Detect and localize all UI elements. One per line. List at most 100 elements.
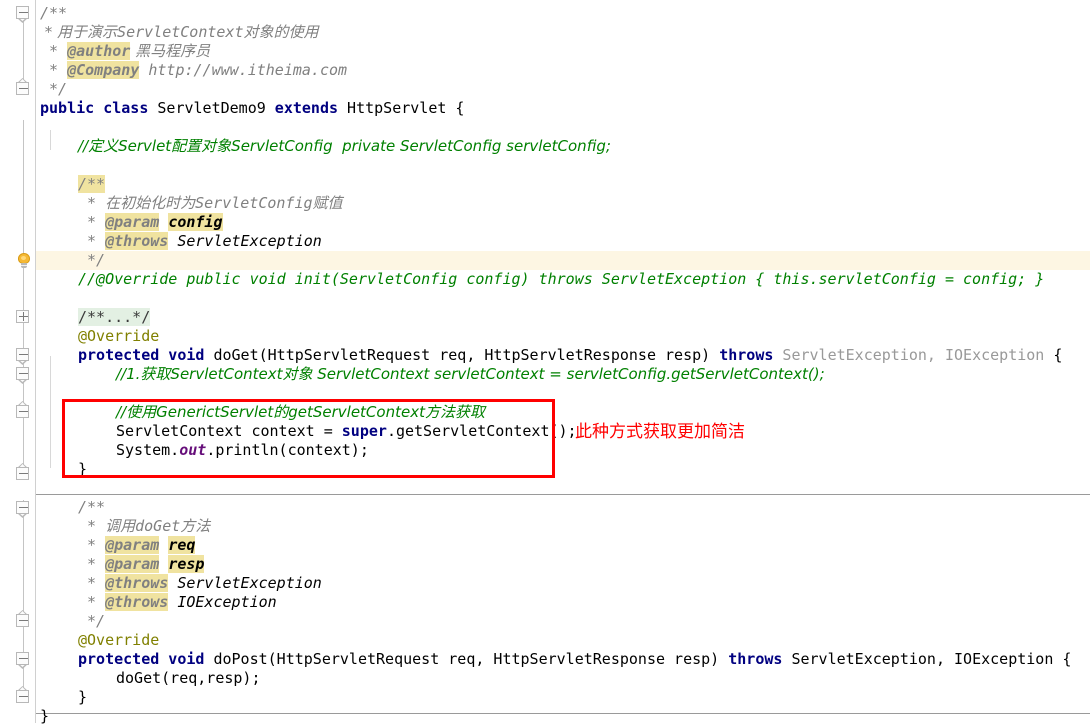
javadoc-throws-type: ServletException [168,232,322,250]
keyword-class: class [94,99,158,117]
javadoc-throws-type: ServletException [168,574,322,592]
javadoc-throws-type: IOException [168,593,277,611]
throws-types: ServletException, IOException [782,346,1045,364]
keyword-super: super [341,422,387,440]
fold-collapse-marker[interactable] [16,652,31,669]
javadoc-star: * [78,194,106,212]
code-line: /** [78,175,106,194]
fold-collapse-marker[interactable] [16,501,31,518]
code-line: * @author 黑马程序员 [40,42,210,61]
keyword-modifiers: protected void [78,346,214,364]
code-line: * 用于演示ServletContext对象的使用 [40,23,319,42]
fold-collapse-marker[interactable] [16,401,31,420]
javadoc-text: * 用于演示 [40,23,118,41]
call-doget: doGet(req,resp); [116,669,261,687]
javadoc-company-value: http://www.itheima.com [139,61,348,79]
javadoc-star: * [40,61,68,79]
javadoc-close: */ [78,251,106,269]
javadoc-tag-company: @Company [67,61,140,79]
javadoc-star: * [78,593,106,611]
code-line: //1.获取ServletContext对象 ServletContext se… [116,365,825,384]
fold-collapse-marker[interactable] [16,348,31,365]
javadoc-text: 方法 [180,517,211,535]
javadoc-close: */ [40,80,68,98]
fold-collapse-marker[interactable] [16,463,31,482]
code-line: */ [78,251,105,270]
fold-collapse-marker[interactable] [16,78,31,97]
javadoc-param-name: config [168,213,223,231]
fold-region-bar [23,500,24,700]
superclass-name: HttpServlet { [338,99,465,117]
javadoc-close: */ [78,612,106,630]
javadoc-text: 调用 [105,517,136,535]
javadoc-star: * [40,42,68,60]
javadoc-param-name: req [168,536,196,554]
code-line: @Override [78,631,159,650]
system-reference: System. [116,441,180,459]
javadoc-star: * [78,232,106,250]
code-line: @Override [78,327,159,346]
javadoc-method-ref: doGet [135,517,181,535]
code-line: public class ServletDemo9 extends HttpSe… [40,99,464,118]
code-line: protected void doPost(HttpServletRequest… [78,650,1071,669]
editor-gutter[interactable] [0,0,36,723]
method-call-getservletcontext: .getServletContext(); [386,422,577,440]
brace-close: } [78,688,88,706]
annotation-override: @Override [78,327,160,345]
throws-types: ServletException, IOException { [791,650,1072,668]
code-line: /** [78,498,105,517]
javadoc-tag-throws: @throws [105,574,169,592]
javadoc-param-name: resp [168,555,205,573]
javadoc-open: /** [40,4,68,22]
code-line: /** [40,4,67,23]
javadoc-open: /** [78,175,106,193]
javadoc-tag-param: @param [105,536,160,554]
code-line: } [78,460,87,479]
fold-collapse-marker[interactable] [16,686,31,705]
keyword-public: public [40,99,95,117]
method-signature-dopost: doPost(HttpServletRequest req, HttpServl… [213,650,729,668]
fold-collapse-marker[interactable] [16,367,31,384]
fold-collapse-marker[interactable] [16,6,31,23]
lightbulb-icon[interactable] [17,253,31,269]
javadoc-type: ServletContext [117,23,244,41]
code-line: * 调用doGet方法 [78,517,210,536]
keyword-modifiers: protected void [78,650,214,668]
code-line: * @Company http://www.itheima.com [40,61,347,80]
red-annotation-text: 此种方式获取更加简洁 [575,422,745,442]
javadoc-star: * [78,213,106,231]
code-line: * @throws IOException [78,593,277,612]
method-signature-doget: doGet(HttpServletRequest req, HttpServle… [213,346,720,364]
code-line: */ [78,612,105,631]
code-text-area[interactable]: /** * 用于演示ServletContext对象的使用 * @author … [36,0,1090,725]
code-line: * @throws ServletException [78,574,322,593]
javadoc-text: 在初始化时为 [105,194,196,212]
fold-expand-marker[interactable] [16,310,31,325]
javadoc-star: * [78,517,106,535]
code-line: * @param config [78,213,223,232]
javadoc-star: * [78,574,106,592]
brace-close: } [78,460,88,478]
code-line: ServletContext context = super.getServle… [116,422,577,441]
fold-collapse-marker[interactable] [16,610,31,629]
annotation-override: @Override [78,631,160,649]
javadoc-text: 对象的使用 [243,23,319,41]
javadoc-star: * [78,536,106,554]
javadoc-text: 赋值 [312,194,343,212]
statement-context-decl: ServletContext context = [116,422,342,440]
code-editor[interactable]: /** * 用于演示ServletContext对象的使用 * @author … [0,0,1090,725]
brace-close-class: } [40,707,50,725]
javadoc-open: /** [78,498,106,516]
class-name: ServletDemo9 [157,99,266,117]
code-line: //定义Servlet配置对象ServletConfig private Ser… [78,137,611,156]
code-line: * @throws ServletException [78,232,322,251]
folded-javadoc-placeholder[interactable]: /**...*/ [78,308,151,326]
javadoc-star: * [78,555,106,573]
field-out: out [179,441,207,459]
code-line: */ [40,80,67,99]
code-line: * @param resp [78,555,205,574]
code-line: /**...*/ [78,308,151,327]
keyword-throws: throws [728,650,792,668]
method-call-println: .println(context); [206,441,369,459]
fold-region-bar [23,14,24,82]
